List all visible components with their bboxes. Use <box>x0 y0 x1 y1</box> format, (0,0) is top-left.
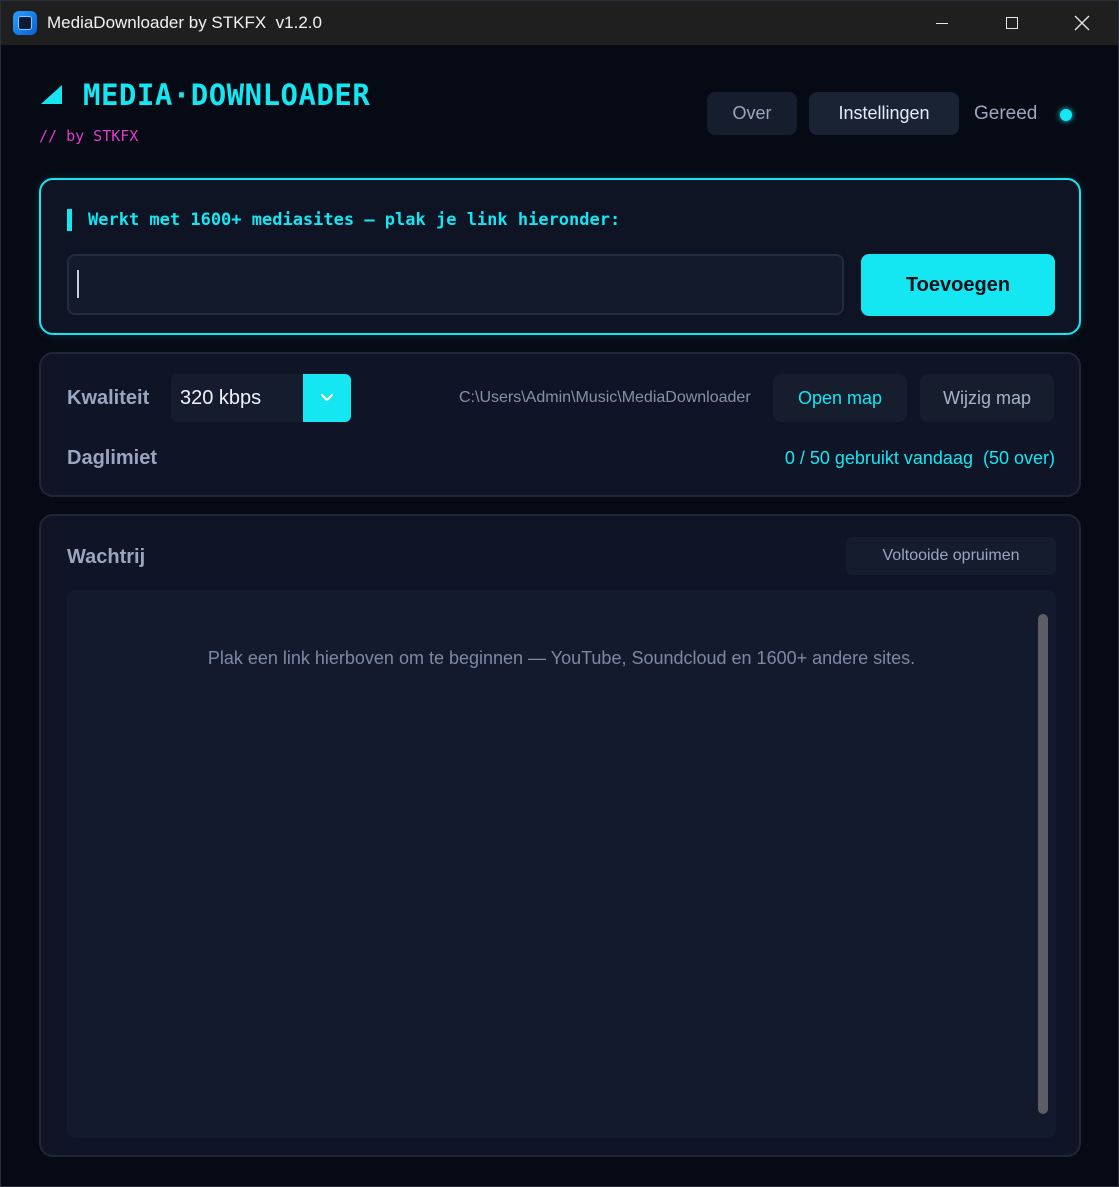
minimize-button[interactable] <box>907 1 977 45</box>
window-title: MediaDownloader by STKFX v1.2.0 <box>47 13 322 32</box>
minimize-icon <box>936 22 948 24</box>
status-text: Gereed <box>974 103 1038 124</box>
change-folder-button[interactable]: Wijzig map <box>920 374 1054 422</box>
daily-limit-label: Daglimiet <box>67 447 158 469</box>
settings-button[interactable]: Instellingen <box>809 92 959 135</box>
close-button[interactable] <box>1047 1 1117 45</box>
app-icon <box>13 11 37 35</box>
triangle-icon <box>41 85 62 104</box>
maximize-icon <box>1006 17 1018 29</box>
app-window: MediaDownloader by STKFX v1.2.0 MEDIA·DO… <box>0 0 1119 1187</box>
open-folder-button[interactable]: Open map <box>773 374 907 422</box>
url-panel-label: Werkt met 1600+ mediasites — plak je lin… <box>88 210 621 230</box>
queue-scrollbar[interactable] <box>1038 614 1048 1114</box>
clear-completed-button[interactable]: Voltooide opruimen <box>846 537 1056 575</box>
chevron-down-icon <box>320 393 334 402</box>
folder-path: C:\Users\Admin\Music\MediaDownloader <box>459 389 751 406</box>
close-icon <box>1074 15 1090 31</box>
queue-panel: Wachtrij Voltooide opruimen Plak een lin… <box>39 514 1081 1157</box>
status-indicator-dot <box>1060 109 1072 121</box>
label-accent-bar <box>67 209 72 231</box>
about-button[interactable]: Over <box>707 92 797 135</box>
quality-label: Kwaliteit <box>67 387 150 409</box>
maximize-button[interactable] <box>977 1 1047 45</box>
text-caret <box>77 270 79 298</box>
add-button[interactable]: Toevoegen <box>861 254 1055 316</box>
quality-dropdown-arrow[interactable] <box>303 374 351 422</box>
app-logo-subtitle: // by STKFX <box>39 127 139 145</box>
quality-selected-value: 320 kbps <box>180 387 262 409</box>
url-panel: Werkt met 1600+ mediasites — plak je lin… <box>39 178 1081 335</box>
queue-list: Plak een link hierboven om te beginnen —… <box>67 590 1056 1138</box>
daily-limit-value: 0 / 50 gebruikt vandaag (50 over) <box>784 448 1055 468</box>
url-input[interactable] <box>67 254 844 315</box>
settings-panel: Kwaliteit 320 kbps C:\Users\Admin\Music\… <box>39 352 1081 497</box>
title-bar: MediaDownloader by STKFX v1.2.0 <box>1 1 1118 45</box>
queue-label: Wachtrij <box>67 546 146 568</box>
app-logo-title: MEDIA·DOWNLOADER <box>83 78 371 112</box>
queue-empty-message: Plak een link hierboven om te beginnen —… <box>207 648 916 668</box>
quality-dropdown[interactable]: 320 kbps <box>171 374 351 422</box>
